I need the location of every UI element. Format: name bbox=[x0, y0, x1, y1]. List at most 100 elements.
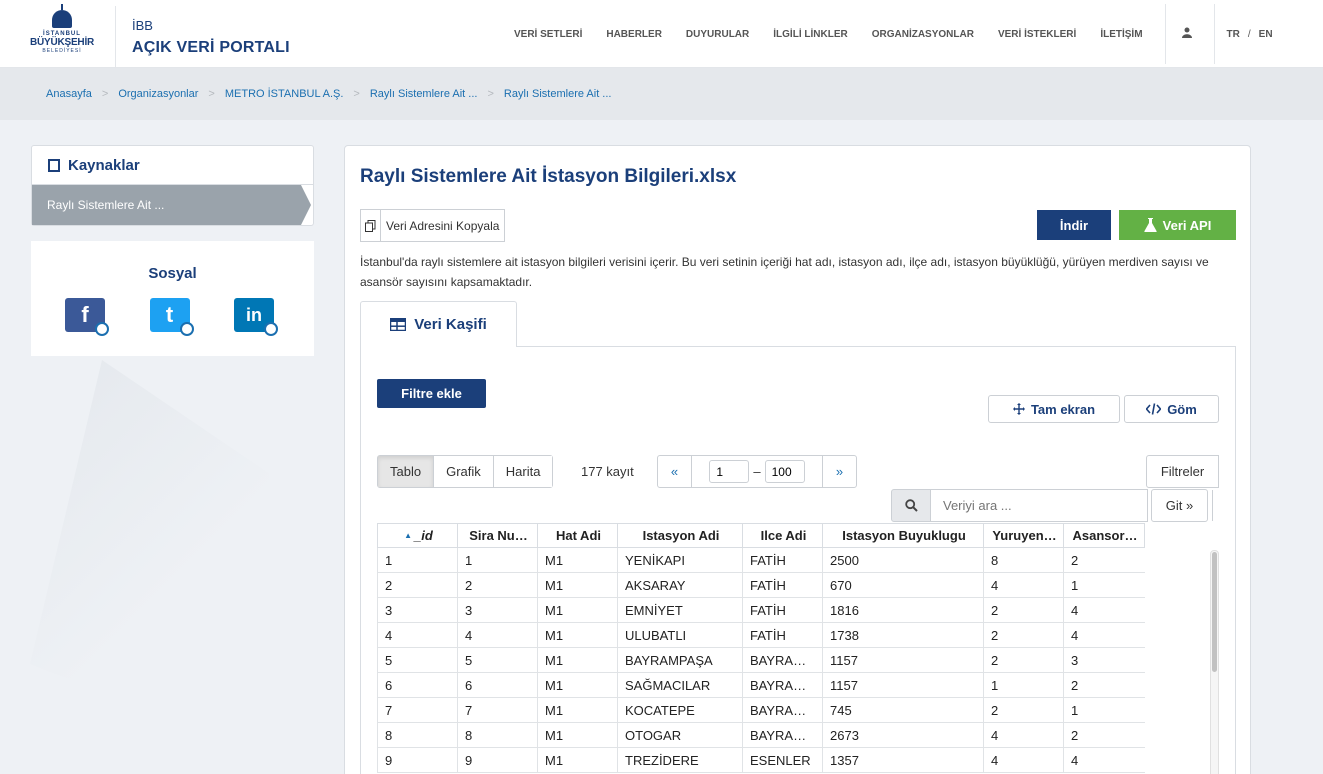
nav-duyurular[interactable]: DUYURULAR bbox=[674, 29, 761, 40]
breadcrumb-anasayfa[interactable]: Anasayfa bbox=[46, 88, 92, 100]
table-row[interactable]: 8 8 M1 OTOGAR BAYRA… 2673 4 2 bbox=[377, 723, 1145, 748]
nav-haberler[interactable]: HABERLER bbox=[594, 29, 674, 40]
table-cell: 2500 bbox=[823, 548, 984, 572]
table-cell: BAYRA… bbox=[743, 698, 823, 722]
column-header[interactable]: Istasyon Adi bbox=[618, 524, 743, 547]
nav-organizasyonlar[interactable]: ORGANİZASYONLAR bbox=[860, 29, 986, 40]
table-cell: 9 bbox=[378, 748, 458, 772]
table-cell: 8 bbox=[984, 548, 1064, 572]
table-cell: BAYRA… bbox=[743, 673, 823, 697]
fullscreen-label: Tam ekran bbox=[1030, 401, 1096, 417]
nav-ilgili-linkler[interactable]: İLGİLİ LİNKLER bbox=[761, 29, 859, 40]
code-icon bbox=[1146, 403, 1162, 415]
embed-button[interactable]: Göm bbox=[1124, 395, 1219, 423]
breadcrumb-organizasyonlar[interactable]: Organizasyonlar bbox=[118, 88, 198, 100]
next-page-button[interactable]: » bbox=[823, 456, 856, 487]
data-api-button[interactable]: Veri API bbox=[1119, 210, 1236, 240]
nav-iletisim[interactable]: İLETİŞİM bbox=[1088, 29, 1154, 40]
brand-ibb: İBB bbox=[132, 18, 153, 33]
go-button[interactable]: Git » bbox=[1151, 489, 1208, 522]
grid-scrollbar-thumb[interactable] bbox=[1212, 552, 1217, 672]
breadcrumb-chevron-icon: > bbox=[487, 88, 494, 100]
lang-en-link[interactable]: EN bbox=[1251, 29, 1281, 40]
view-tablo-button[interactable]: Tablo bbox=[378, 456, 435, 487]
resource-item-active[interactable]: Raylı Sistemlere Ait ... bbox=[32, 185, 311, 225]
column-header[interactable]: Istasyon Buyuklugu bbox=[823, 524, 984, 547]
search-input[interactable] bbox=[931, 489, 1148, 522]
copy-url-button[interactable]: Veri Adresini Kopyala bbox=[360, 209, 506, 242]
table-cell: 7 bbox=[378, 698, 458, 722]
table-cell: 1816 bbox=[823, 598, 984, 622]
add-filter-button[interactable]: Filtre ekle bbox=[377, 379, 486, 408]
breadcrumb-organization[interactable]: METRO İSTANBUL A.Ş. bbox=[225, 88, 344, 100]
social-panel: Sosyal f t in bbox=[31, 241, 314, 356]
table-cell: 5 bbox=[378, 648, 458, 672]
tab-veri-kasifi[interactable]: Veri Kaşifi bbox=[360, 301, 517, 347]
table-cell: M1 bbox=[538, 573, 618, 597]
grid-scrollbar[interactable] bbox=[1210, 550, 1219, 774]
filters-toggle-button[interactable]: Filtreler bbox=[1146, 455, 1219, 488]
view-grafik-button[interactable]: Grafik bbox=[434, 456, 494, 487]
background-watermark bbox=[30, 360, 270, 740]
lang-tr-link[interactable]: TR bbox=[1219, 29, 1248, 40]
table-row[interactable]: 4 4 M1 ULUBATLI FATİH 1738 2 4 bbox=[377, 623, 1145, 648]
table-cell: 1157 bbox=[823, 673, 984, 697]
twitter-share-icon[interactable]: t bbox=[149, 298, 194, 336]
prev-page-button[interactable]: « bbox=[658, 456, 691, 487]
fullscreen-button[interactable]: Tam ekran bbox=[988, 395, 1120, 423]
resource-card: Raylı Sistemlere Ait İstasyon Bilgileri.… bbox=[344, 145, 1251, 774]
table-cell: 2 bbox=[1071, 677, 1079, 693]
nav-veri-istekleri[interactable]: VERİ İSTEKLERİ bbox=[986, 29, 1088, 40]
table-cell: OTOGAR bbox=[618, 723, 743, 747]
table-cell: 8 bbox=[378, 723, 458, 747]
column-header-id[interactable]: ▲ _id bbox=[378, 524, 458, 547]
breadcrumb-resource[interactable]: Raylı Sistemlere Ait ... bbox=[504, 88, 612, 100]
table-row[interactable]: 9 9 M1 TREZİDERE ESENLER 1357 4 4 bbox=[377, 748, 1145, 773]
table-cell: 2 bbox=[378, 573, 458, 597]
table-cell: M1 bbox=[538, 723, 618, 747]
page-range-dash: – bbox=[753, 464, 761, 479]
portal-brand[interactable]: İBB AÇIK VERİ PORTALI bbox=[132, 18, 290, 57]
page-to-input[interactable] bbox=[764, 460, 805, 483]
data-explorer: Filtre ekle Tam ekran Göm Tablo Grafik H… bbox=[360, 346, 1236, 774]
column-header[interactable]: Sira Nu… bbox=[458, 524, 538, 547]
table-cell: 1 bbox=[1071, 702, 1079, 718]
table-cell: 4 bbox=[1071, 602, 1079, 618]
user-icon[interactable] bbox=[1170, 27, 1204, 41]
brand-portal-name: AÇIK VERİ PORTALI bbox=[132, 39, 290, 56]
column-header[interactable]: Yuruyen… bbox=[984, 524, 1064, 547]
table-row[interactable]: 7 7 M1 KOCATEPE BAYRA… 745 2 1 bbox=[377, 698, 1145, 723]
table-row[interactable]: 1 1 M1 YENİKAPI FATİH 2500 8 2 bbox=[377, 548, 1145, 573]
table-cell: 2 bbox=[984, 623, 1064, 647]
table-cell: 5 bbox=[458, 648, 538, 672]
table-row[interactable]: 3 3 M1 EMNİYET FATİH 1816 2 4 bbox=[377, 598, 1145, 623]
table-cell: 2 bbox=[984, 598, 1064, 622]
table-row[interactable]: 6 6 M1 SAĞMACILAR BAYRA… 1157 1 2 bbox=[377, 673, 1145, 698]
download-button[interactable]: İndir bbox=[1037, 210, 1111, 240]
page-from-input[interactable] bbox=[709, 460, 750, 483]
nav-separator bbox=[1213, 4, 1215, 64]
breadcrumb-dataset[interactable]: Raylı Sistemlere Ait ... bbox=[370, 88, 478, 100]
column-header[interactable]: Ilce Adi bbox=[743, 524, 823, 547]
column-header[interactable]: Hat Adi bbox=[538, 524, 618, 547]
facebook-share-icon[interactable]: f bbox=[65, 298, 109, 336]
column-header[interactable]: Asansor… bbox=[1064, 524, 1144, 547]
ibb-logo[interactable]: İSTANBUL BÜYÜKŞEHİR BELEDİYESİ bbox=[22, 4, 102, 64]
record-count: 177 kayıt bbox=[581, 464, 634, 479]
table-row[interactable]: 5 5 M1 BAYRAMPAŞA BAYRA… 1157 2 3 bbox=[377, 648, 1145, 673]
table-cell: 2 bbox=[1071, 552, 1079, 568]
table-cell: M1 bbox=[538, 548, 618, 572]
breadcrumb-chevron-icon: > bbox=[101, 88, 109, 100]
header-divider bbox=[115, 6, 116, 68]
table-cell: 7 bbox=[458, 698, 538, 722]
view-harita-button[interactable]: Harita bbox=[493, 456, 553, 487]
table-cell: 3 bbox=[1071, 652, 1079, 668]
table-cell: M1 bbox=[538, 648, 618, 672]
linkedin-share-icon[interactable]: in bbox=[234, 298, 278, 336]
table-cell: 4 bbox=[984, 573, 1064, 597]
nav-veri-setleri[interactable]: VERİ SETLERİ bbox=[502, 29, 594, 40]
table-cell: 1 bbox=[378, 548, 458, 572]
table-row[interactable]: 2 2 M1 AKSARAY FATİH 670 4 1 bbox=[377, 573, 1145, 598]
table-cell: 2 bbox=[984, 698, 1064, 722]
breadcrumb-chevron-icon: > bbox=[208, 88, 215, 100]
